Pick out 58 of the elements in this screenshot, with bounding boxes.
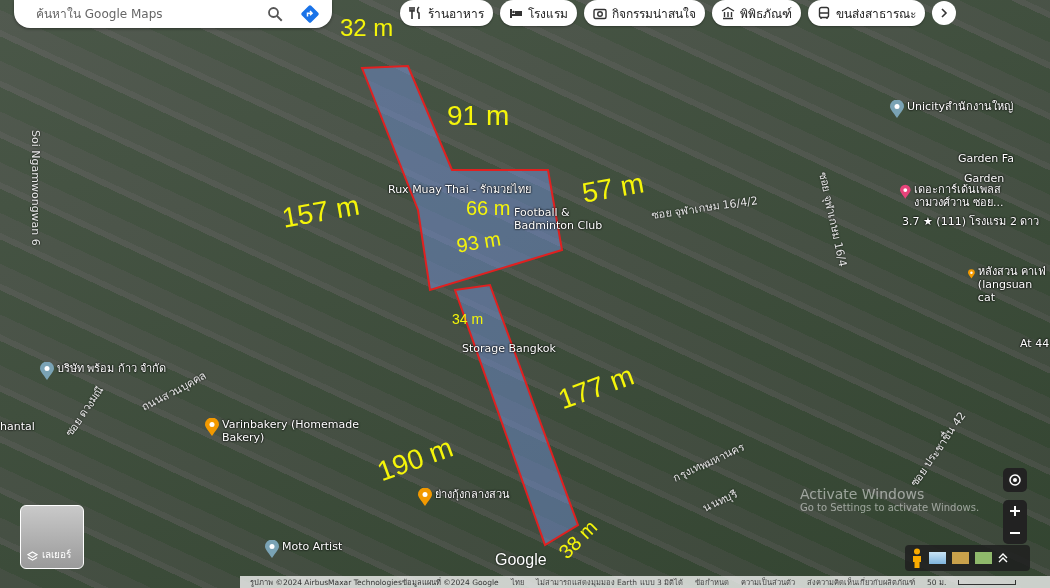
street-label: ซอย จุฬาเกษม 16/4/2 — [650, 193, 759, 224]
place-pin-icon[interactable] — [40, 362, 54, 380]
plus-icon — [1009, 505, 1021, 517]
distance-label: 32 m — [340, 16, 394, 40]
place-label[interactable]: Rux Muay Thai - รักมวยไทย — [388, 183, 531, 196]
place-label[interactable]: Garden — [964, 172, 1005, 185]
expand-icon[interactable] — [998, 552, 1008, 564]
search-icon[interactable] — [266, 5, 284, 23]
place-label[interactable]: Unicityสำนักงานใหญ่ — [907, 100, 1013, 113]
fork-knife-icon — [409, 6, 423, 20]
pegman-icon[interactable] — [911, 548, 923, 568]
search-bar[interactable]: ค้นหาใน Google Maps — [14, 0, 332, 28]
museum-icon — [721, 6, 735, 20]
place-label[interactable]: หลังสวน คาเฟ่ (langsuan cat — [977, 265, 1050, 304]
distance-label: 66 m — [466, 198, 511, 218]
place-label[interactable]: Varinbakery (Homemade Bakery) — [222, 418, 372, 444]
distance-label: 93 m — [455, 228, 503, 256]
place-label[interactable]: Moto Artist — [282, 540, 343, 553]
search-field[interactable]: ค้นหาใน Google Maps — [34, 6, 250, 22]
imagery-thumbnail[interactable] — [929, 552, 946, 564]
place-label[interactable]: hantal — [0, 420, 35, 433]
location-target-icon — [1007, 472, 1023, 488]
distance-label: 177 m — [555, 361, 638, 415]
distance-label: 157 m — [280, 191, 362, 233]
my-location-button[interactable] — [1003, 468, 1027, 492]
category-chip[interactable]: โรงแรม — [500, 0, 577, 26]
distance-label: 190 m — [374, 433, 457, 487]
minus-icon — [1009, 531, 1021, 535]
bus-icon — [817, 6, 831, 20]
chevron-right-icon — [939, 8, 949, 18]
imagery-thumbnail[interactable] — [975, 552, 992, 564]
place-label[interactable]: ย่างกุ้งกลางสวน — [435, 488, 510, 501]
hotel-pin-icon[interactable] — [900, 183, 911, 201]
street-label: Soi Ngamwongwan 6 — [29, 130, 42, 246]
category-chip[interactable]: ขนส่งสาธารณะ — [808, 0, 925, 26]
place-label[interactable]: บริษัท พร้อม ก้าว จำกัด — [57, 362, 167, 375]
bed-icon — [509, 6, 523, 20]
layers-icon — [27, 551, 38, 562]
distance-label: 57 m — [580, 169, 647, 208]
category-chip[interactable]: กิจกรรมน่าสนใจ — [584, 0, 705, 26]
distance-label: 91 m — [447, 102, 510, 130]
camera-icon — [593, 6, 607, 20]
category-chip[interactable]: พิพิธภัณฑ์ — [712, 0, 801, 26]
street-label: ซอย จุฬาเกษม 16/4 — [815, 170, 851, 269]
place-label[interactable]: เดอะการ์เด้นเพลส งามวงศ์วาน ซอย... — [913, 183, 1050, 209]
place-label[interactable]: Garden Fa — [958, 152, 1014, 165]
food-pin-icon[interactable] — [205, 418, 219, 436]
scale-bar — [958, 579, 1017, 585]
category-chip[interactable]: ร้านอาหาร — [400, 0, 493, 26]
food-pin-icon[interactable] — [418, 488, 432, 506]
os-activation-notice: Activate Windows Go to Settings to activate Windows. — [800, 486, 980, 513]
place-label[interactable]: At 44 — [1020, 337, 1050, 350]
imagery-thumbnail[interactable] — [952, 552, 969, 564]
google-logo: Google — [495, 551, 547, 569]
place-pin-icon[interactable] — [265, 540, 279, 558]
distance-label: 38 m — [555, 516, 601, 563]
place-label[interactable]: 3.7 ★ (111) โรงแรม 2 ดาว — [902, 215, 1040, 228]
place-pin-icon[interactable] — [890, 100, 904, 118]
